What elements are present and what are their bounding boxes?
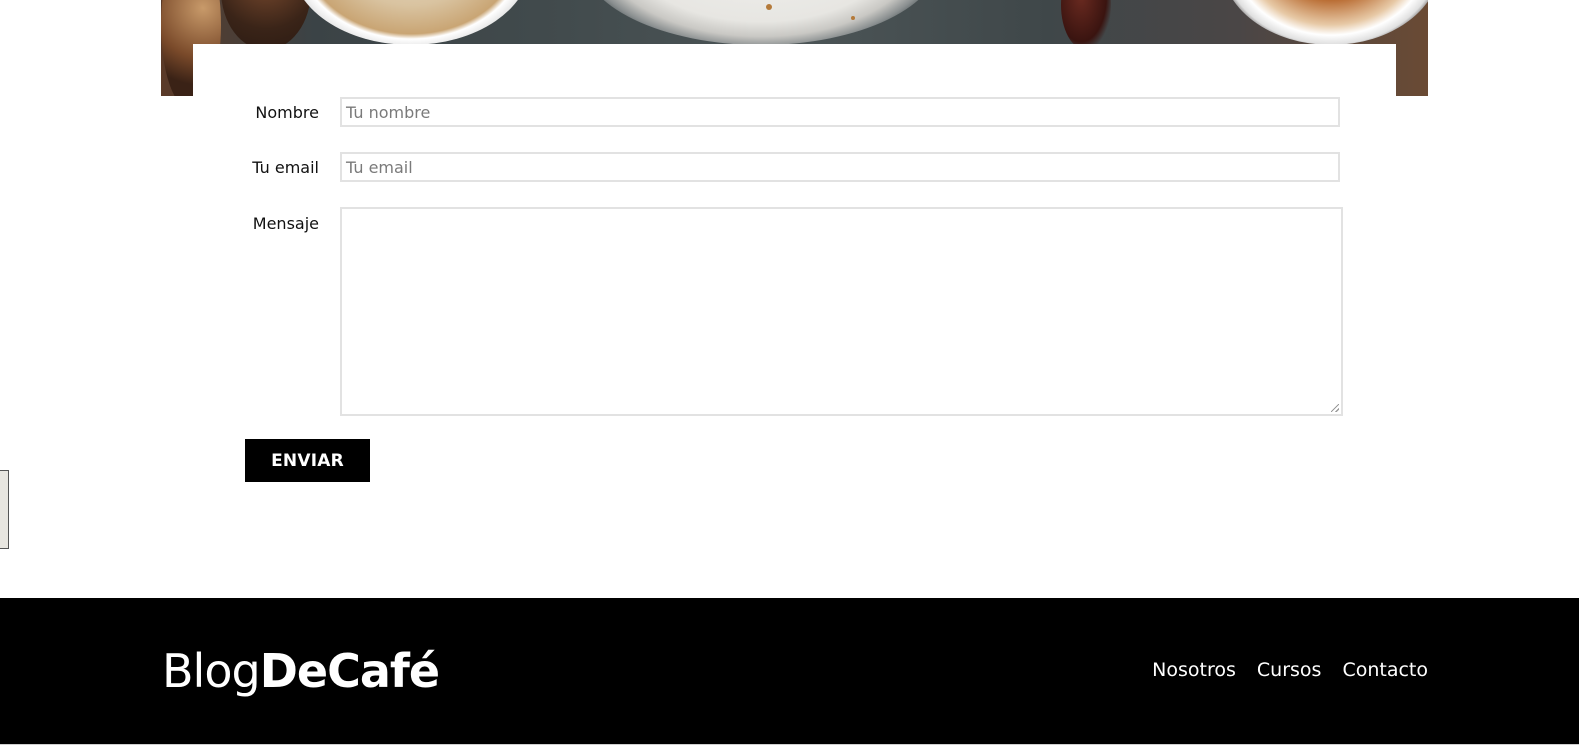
footer-nav: Nosotros Cursos Contacto: [1152, 657, 1428, 683]
nav-link-cursos[interactable]: Cursos: [1257, 657, 1322, 683]
name-input[interactable]: Tu nombre: [340, 97, 1340, 127]
name-label: Nombre: [255, 103, 319, 122]
logo-text-bold: DeCafé: [259, 644, 440, 698]
message-label: Mensaje: [252, 214, 319, 233]
side-tab[interactable]: [0, 470, 9, 549]
page: Nombre Tu nombre Tu email Tu email Mensa…: [0, 0, 1579, 751]
submit-button[interactable]: ENVIAR: [245, 439, 370, 482]
resize-handle-icon[interactable]: [1331, 404, 1339, 412]
email-label: Tu email: [252, 158, 319, 177]
footer-logo[interactable]: BlogDeCafé: [162, 643, 440, 699]
email-input[interactable]: Tu email: [340, 152, 1340, 182]
logo-text-light: Blog: [162, 644, 261, 698]
nav-link-nosotros[interactable]: Nosotros: [1152, 657, 1236, 683]
bottom-divider: [0, 744, 1579, 751]
name-placeholder: Tu nombre: [346, 102, 431, 122]
message-textarea[interactable]: [340, 207, 1343, 416]
email-placeholder: Tu email: [346, 157, 413, 177]
nav-link-contacto[interactable]: Contacto: [1342, 657, 1428, 683]
